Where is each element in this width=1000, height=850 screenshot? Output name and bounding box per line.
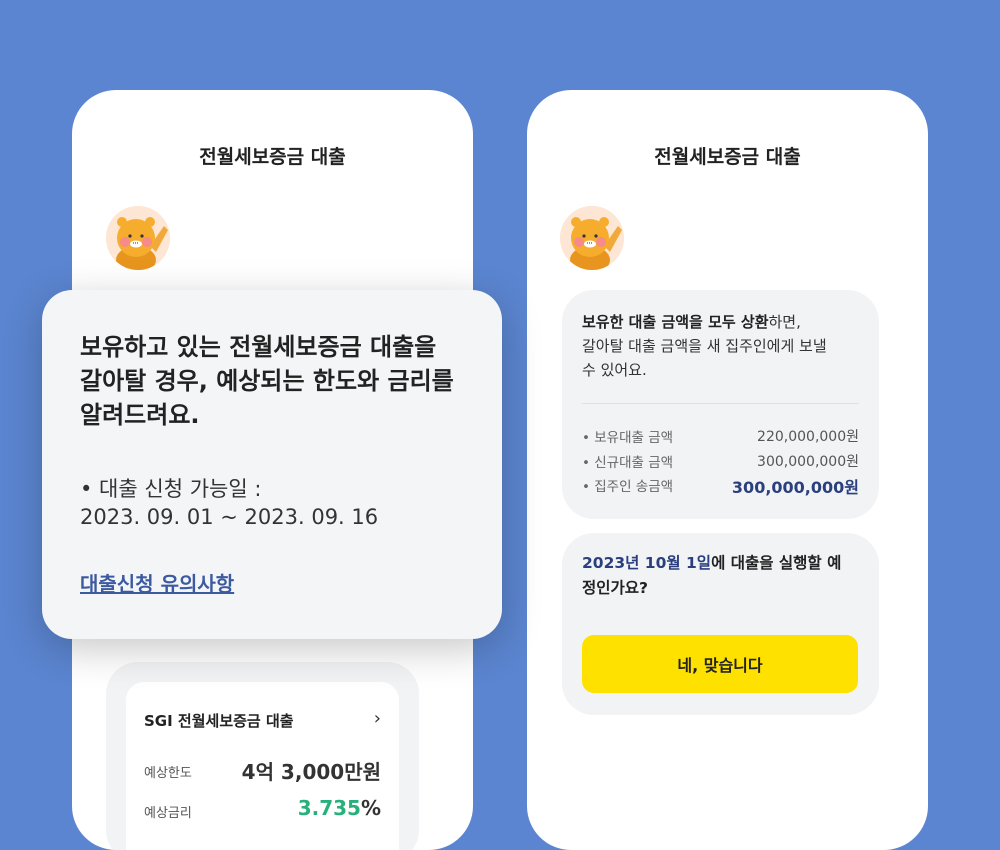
existing-loan-value: 220,000,000원 — [757, 429, 859, 445]
execution-date-question: 2023년 10월 1일에 대출을 실행할 예 정인가요? — [582, 551, 862, 601]
repayment-message-bold: 보유한 대출 금액을 모두 상환 — [582, 313, 769, 331]
landlord-transfer-label: • 집주인 송금액 — [582, 479, 674, 495]
loan-summary-card: SGI 전월세보증금 대출 › 예상한도 4억 3,000만원 예상금리 3.7… — [106, 662, 419, 850]
popup-headline-line1: 보유하고 있는 전월세보증금 대출을 — [80, 333, 437, 361]
question-line2: 정인가요? — [582, 579, 649, 597]
application-date-range: 2023. 09. 01 ~ 2023. 09. 16 — [80, 505, 379, 529]
repayment-message-line2: 갈아탈 대출 금액을 새 집주인에게 보낼 — [582, 337, 827, 355]
loan-info-popup-card: 보유하고 있는 전월세보증금 대출을 갈아탈 경우, 예상되는 한도와 금리를 … — [42, 290, 502, 639]
popup-headline-line3: 알려드려요. — [80, 401, 200, 429]
landlord-transfer-value: 300,000,000원 — [731, 478, 859, 497]
loan-product-title: SGI 전월세보증금 대출 — [144, 712, 294, 730]
lion-mascot-icon — [560, 206, 624, 270]
new-loan-value: 300,000,000원 — [757, 454, 859, 470]
page-title: 전월세보증금 대출 — [199, 146, 346, 168]
repayment-message-line3: 수 있어요. — [582, 361, 647, 379]
rate-label: 예상금리 — [144, 806, 192, 821]
chevron-right-icon[interactable]: › — [374, 708, 381, 729]
confirm-yes-button[interactable]: 네, 맞습니다 — [582, 635, 858, 693]
page-title: 전월세보증금 대출 — [654, 146, 801, 168]
lion-mascot-icon — [106, 206, 170, 270]
application-date-label: • 대출 신청 가능일 : — [80, 477, 262, 501]
limit-label: 예상한도 — [144, 766, 192, 781]
divider — [582, 403, 859, 404]
loan-product-card[interactable]: SGI 전월세보증금 대출 › 예상한도 4억 3,000만원 예상금리 3.7… — [126, 682, 399, 850]
limit-value: 4억 3,000만원 — [241, 760, 381, 784]
existing-loan-label: • 보유대출 금액 — [582, 430, 674, 446]
popup-headline-line2: 갈아탈 경우, 예상되는 한도와 금리를 — [80, 367, 454, 395]
question-rest: 에 대출을 실행할 예 — [711, 554, 842, 572]
repayment-message: 보유한 대출 금액을 모두 상환하면, 갈아탈 대출 금액을 새 집주인에게 보… — [582, 310, 862, 382]
repayment-message-rest: 하면, — [768, 313, 801, 331]
loan-notice-link[interactable]: 대출신청 유의사항 — [80, 568, 234, 597]
execution-date-card: 2023년 10월 1일에 대출을 실행할 예 정인가요? 네, 맞습니다 — [562, 533, 879, 715]
new-loan-label: • 신규대출 금액 — [582, 455, 674, 471]
popup-headline: 보유하고 있는 전월세보증금 대출을 갈아탈 경우, 예상되는 한도와 금리를 … — [80, 330, 480, 432]
repayment-info-card: 보유한 대출 금액을 모두 상환하면, 갈아탈 대출 금액을 새 집주인에게 보… — [562, 290, 879, 519]
mascot-avatar — [106, 206, 170, 270]
mascot-avatar — [560, 206, 624, 270]
execution-date-highlight: 2023년 10월 1일 — [582, 554, 712, 572]
right-phone-screen: 전월세보증금 대출 보유한 대출 금액을 모두 상환하면, 갈아탈 대출 금액을… — [527, 90, 928, 850]
